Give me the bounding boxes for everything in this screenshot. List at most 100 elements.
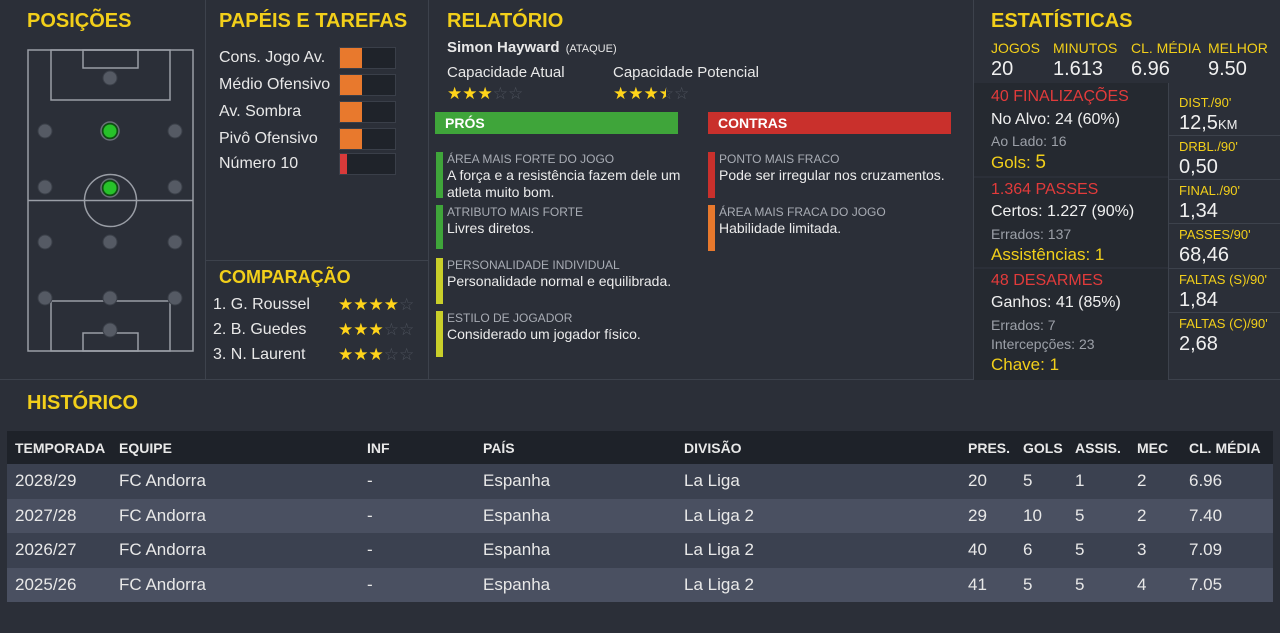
stat-summary-value: 9.50 xyxy=(1208,58,1247,80)
per90-number: 68,46 xyxy=(1179,244,1230,266)
pros-text: Personalidade normal e equilibrada. xyxy=(447,273,672,289)
pros-indicator xyxy=(436,258,443,304)
potential-ability-label: Capacidade Potencial xyxy=(613,64,759,81)
player-name: Simon Hayward (ATAQUE) xyxy=(447,39,617,56)
comparison-stars: ★★★☆☆ xyxy=(338,345,415,364)
goals-value: 5 xyxy=(1035,152,1046,173)
stat-summary-value: 6.96 xyxy=(1131,58,1170,80)
table-header: TEMPORADA EQUIPE INF PAÍS DIVISÃO PRES. GOLS AS… xyxy=(7,431,1273,464)
role-suitability-bar xyxy=(339,101,396,123)
per90-label: DRBL./90' xyxy=(1179,139,1238,154)
column-header[interactable]: ASSIS. xyxy=(1075,440,1121,456)
table-row[interactable]: 2026/27 FC Andorra - Espanha La Liga 2 40 6 5 3 7… xyxy=(7,533,1273,568)
role-row[interactable]: Cons. Jogo Av. xyxy=(219,47,399,69)
table-cell: 1 xyxy=(1075,471,1085,491)
column-header[interactable]: PRES. xyxy=(968,440,1010,456)
comparison-row[interactable]: 3. N. Laurent ★★★☆☆ xyxy=(213,345,414,366)
table-cell: 41 xyxy=(968,574,987,594)
passes-completed: Certos: 1.227 (90%) xyxy=(991,203,1135,220)
table-cell: 4 xyxy=(1137,574,1147,594)
table-cell: La Liga xyxy=(684,471,740,491)
table-cell: 40 xyxy=(968,540,987,560)
goals: Gols: 5 xyxy=(991,152,1046,174)
role-row[interactable]: Pivô Ofensivo xyxy=(219,128,399,150)
separator xyxy=(1168,83,1169,380)
column-header[interactable]: INF xyxy=(367,440,390,456)
table-cell: 5 xyxy=(1075,540,1085,560)
column-header[interactable]: PAÍS xyxy=(483,440,515,456)
table-cell: - xyxy=(367,505,373,525)
role-label: Médio Ofensivo xyxy=(219,76,331,93)
role-suitability-fill xyxy=(340,75,362,95)
column-header[interactable]: GOLS xyxy=(1023,440,1063,456)
comparison-player-name: 2. B. Guedes xyxy=(213,321,307,338)
column-header[interactable]: CL. MÉDIA xyxy=(1189,440,1261,456)
column-header[interactable]: EQUIPE xyxy=(119,440,172,456)
table-cell: FC Andorra xyxy=(119,471,206,491)
per90-value: 12,5KM xyxy=(1179,112,1237,135)
table-cell: FC Andorra xyxy=(119,505,206,525)
per90-unit: KM xyxy=(1217,117,1238,132)
pros-heading: ATRIBUTO MAIS FORTE xyxy=(447,205,584,219)
stat-summary-value: 20 xyxy=(991,58,1014,80)
table-cell: 10 xyxy=(1023,505,1042,525)
table-row[interactable]: 2025/26 FC Andorra - Espanha La Liga 2 41 5 5 4 7… xyxy=(7,567,1273,602)
tackles-header: 48 DESARMES xyxy=(991,272,1104,289)
shots-header: 40 FINALIZAÇÕES xyxy=(991,88,1129,105)
table-cell: 7.09 xyxy=(1189,540,1223,560)
role-suitability-fill xyxy=(340,129,362,149)
cons-indicator xyxy=(708,205,715,251)
table-cell: 5 xyxy=(1023,574,1033,594)
pros-heading: PERSONALIDADE INDIVIDUAL xyxy=(447,258,620,272)
role-suitability-bar xyxy=(339,128,396,150)
table-cell: 20 xyxy=(968,471,987,491)
table-cell: 3 xyxy=(1137,540,1147,560)
tackles-won: Ganhos: 41 (85%) xyxy=(991,294,1121,311)
table-row[interactable]: 2027/28 FC Andorra - Espanha La Liga 2 29 10 5 2… xyxy=(7,498,1273,533)
shots-off-target: Ao Lado: 16 xyxy=(991,133,1067,149)
table-cell: 5 xyxy=(1023,471,1033,491)
cons-text: Habilidade limitada. xyxy=(719,220,842,236)
table-cell: 2026/27 xyxy=(15,540,77,560)
column-header[interactable]: TEMPORADA xyxy=(15,440,105,456)
table-cell: 2027/28 xyxy=(15,505,77,525)
role-row[interactable]: Av. Sombra xyxy=(219,101,399,123)
table-cell: FC Andorra xyxy=(119,574,206,594)
stat-summary-label: CL. MÉDIA xyxy=(1131,40,1202,56)
role-row[interactable]: Número 10 xyxy=(219,153,399,175)
table-cell: 7.40 xyxy=(1189,505,1223,525)
role-row[interactable]: Médio Ofensivo xyxy=(219,74,399,96)
comparison-row[interactable]: 2. B. Guedes ★★★☆☆ xyxy=(213,320,414,341)
pros-header: PRÓS xyxy=(435,112,678,134)
column-header[interactable]: DIVISÃO xyxy=(684,440,742,456)
table-cell: La Liga 2 xyxy=(684,540,754,560)
role-suitability-bar xyxy=(339,47,396,69)
table-cell: Espanha xyxy=(483,505,551,525)
pros-indicator xyxy=(436,152,443,198)
column-header[interactable]: MEC xyxy=(1137,440,1168,456)
pros-text: Considerado um jogador físico. xyxy=(447,326,641,342)
cons-text: Pode ser irregular nos cruzamentos. xyxy=(719,167,945,183)
cons-indicator xyxy=(708,152,715,198)
role-label: Av. Sombra xyxy=(219,103,302,120)
role-suitability-fill xyxy=(340,48,362,68)
role-suitability-bar xyxy=(339,153,396,175)
stat-summary-value: 1.613 xyxy=(1053,58,1104,80)
pros-heading: ESTILO DE JOGADOR xyxy=(447,311,573,325)
role-suitability-fill xyxy=(340,102,362,122)
table-row[interactable]: 2028/29 FC Andorra - Espanha La Liga 20 5 1 2 6.9… xyxy=(7,464,1273,499)
per90-label: DIST./90' xyxy=(1179,95,1232,110)
stat-summary-label: MELHOR xyxy=(1208,40,1268,56)
pros-indicator xyxy=(436,311,443,357)
player-role-text: (ATAQUE) xyxy=(565,43,617,55)
comparison-row[interactable]: 1. G. Roussel ★★★★☆ xyxy=(213,295,414,316)
potential-ability-stars: ★★★☆★☆ xyxy=(613,84,690,103)
pros-text: A força e a resistência fazem dele um at… xyxy=(447,167,681,200)
table-cell: La Liga 2 xyxy=(684,505,754,525)
table-cell: 2 xyxy=(1137,471,1147,491)
separator xyxy=(428,0,429,380)
passes-missed: Errados: 137 xyxy=(991,226,1072,242)
per90-value: 1,84 xyxy=(1179,289,1218,312)
per90-label: FALTAS (C)/90' xyxy=(1179,316,1268,331)
comparison-stars: ★★★☆☆ xyxy=(338,320,415,339)
